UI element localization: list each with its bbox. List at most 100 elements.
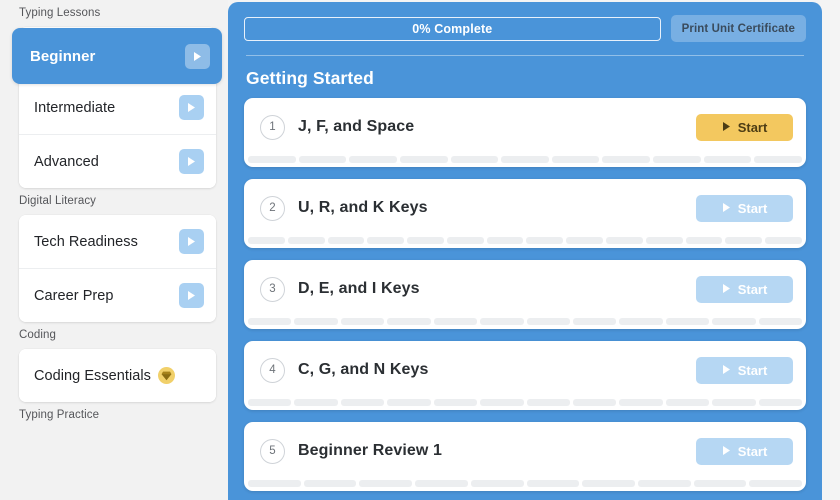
sidebar-item-label: Intermediate [34, 100, 179, 116]
lesson-progress-segments [244, 480, 806, 491]
lesson-progress-segment [340, 318, 385, 325]
play-triangle-icon [722, 444, 731, 459]
sidebar-item-intermediate[interactable]: Intermediate [19, 80, 216, 134]
unit-progress-bar: 0% Complete [244, 16, 661, 41]
lesson-progress-segment [501, 156, 549, 163]
lesson-start-label: Start [737, 200, 768, 216]
lesson-number-badge: 5 [260, 438, 285, 464]
main-panel-inner: 0% Complete Print Unit Certificate Getti… [228, 2, 822, 500]
lesson-progress-segment [387, 399, 431, 406]
lesson-progress-segment [294, 318, 338, 325]
lesson-progress-segment [653, 156, 701, 163]
lesson-progress-segment [303, 480, 357, 487]
lesson-progress-segment [758, 399, 803, 406]
unit-progress-toolbar: 0% Complete Print Unit Certificate [244, 2, 806, 42]
lesson-progress-segment [754, 156, 803, 163]
play-triangle-icon[interactable] [185, 43, 210, 69]
sidebar-item-career-prep[interactable]: Career Prep [19, 268, 216, 322]
lesson-progress-segment [693, 480, 747, 487]
lesson-number-badge: 2 [260, 195, 285, 221]
lesson-progress-segment [758, 318, 803, 325]
lesson-card[interactable]: 2 U, R, and K Keys Start [244, 179, 806, 248]
lesson-title: J, F, and Space [298, 118, 415, 135]
sidebar-item-label: Tech Readiness [34, 234, 179, 250]
sidebar-item-text: Tech Readiness [34, 233, 138, 250]
lesson-card-row: 5 Beginner Review 1 Start [244, 422, 806, 480]
lesson-start-button: Start [696, 437, 793, 465]
lesson-progress-segment [551, 156, 600, 163]
sidebar-section-heading: Typing Practice [19, 409, 100, 421]
sidebar-item-text: Advanced [34, 153, 99, 170]
lesson-card[interactable]: 3 D, E, and I Keys Start [244, 260, 806, 329]
lesson-progress-segment [526, 399, 570, 406]
lesson-progress-segment [645, 237, 683, 244]
lesson-card-row: 4 C, G, and N Keys Start [244, 341, 806, 399]
lesson-start-label: Start [737, 362, 768, 378]
lesson-progress-segments [244, 237, 806, 248]
play-triangle-icon [722, 282, 731, 297]
lesson-progress-segment [685, 237, 723, 244]
lesson-card[interactable]: 1 J, F, and Space Start [244, 98, 806, 167]
lesson-progress-segment [486, 237, 524, 244]
lesson-progress-segment [248, 237, 285, 244]
lesson-start-label: Start [737, 119, 768, 135]
sidebar-item-advanced[interactable]: Advanced [19, 134, 216, 188]
lesson-card[interactable]: 4 C, G, and N Keys Start [244, 341, 806, 410]
play-triangle-icon[interactable] [179, 229, 204, 254]
lesson-card[interactable]: 5 Beginner Review 1 Start [244, 422, 806, 491]
sidebar-item-tech-readiness[interactable]: Tech Readiness [19, 215, 216, 268]
sidebar: Typing Lessons Beginner Intermediate Advanc… [0, 0, 228, 500]
lesson-progress-segment [298, 156, 347, 163]
lesson-progress-segment [712, 318, 756, 325]
lesson-progress-segment [526, 318, 570, 325]
lesson-progress-segment [749, 480, 803, 487]
play-triangle-icon[interactable] [179, 283, 204, 308]
play-triangle-icon [722, 363, 731, 378]
sidebar-item-label: Beginner [30, 47, 96, 65]
section-title: Getting Started [246, 68, 374, 88]
play-triangle-icon[interactable] [179, 95, 204, 120]
lesson-progress-segment [582, 480, 635, 487]
lesson-number-badge: 4 [260, 357, 285, 383]
lesson-progress-segment [725, 237, 763, 244]
main-panel: 0% Complete Print Unit Certificate Getti… [228, 2, 822, 500]
lesson-title: Beginner Review 1 [298, 442, 442, 459]
lesson-progress-segment [480, 399, 524, 406]
lesson-title: C, G, and N Keys [298, 361, 429, 378]
lesson-card-list: 1 J, F, and Space Start 2 U, R, and K Keys St… [244, 98, 806, 491]
lesson-start-button[interactable]: Start [696, 113, 793, 141]
lesson-progress-segment [433, 318, 478, 325]
lesson-progress-segment [349, 156, 397, 163]
lesson-progress-segment [359, 480, 413, 487]
lesson-progress-segment [572, 399, 617, 406]
lesson-card-row: 3 D, E, and I Keys Start [244, 260, 806, 318]
print-unit-certificate-label: Print Unit Certificate [681, 22, 795, 35]
play-triangle-icon[interactable] [179, 149, 204, 174]
lesson-progress-segment [572, 318, 617, 325]
lesson-progress-segment [340, 399, 385, 406]
sidebar-item-coding-essentials[interactable]: Coding Essentials [19, 349, 216, 402]
lesson-progress-segment [399, 156, 448, 163]
lesson-progress-segments [244, 156, 806, 167]
lesson-progress-segment [415, 480, 468, 487]
lesson-start-label: Start [737, 443, 768, 459]
sidebar-section-group: Coding Essentials [19, 349, 216, 402]
lesson-progress-segment [248, 318, 292, 325]
lesson-progress-segment [480, 318, 524, 325]
sidebar-item-beginner[interactable]: Beginner [12, 28, 222, 84]
lesson-progress-segment [526, 480, 580, 487]
lesson-progress-segment [526, 237, 564, 244]
lesson-progress-segment [619, 318, 663, 325]
lesson-card-row: 2 U, R, and K Keys Start [244, 179, 806, 237]
lesson-progress-segment [470, 480, 524, 487]
lesson-progress-segment [665, 318, 710, 325]
print-unit-certificate-button[interactable]: Print Unit Certificate [670, 15, 806, 42]
sidebar-item-label: Career Prep [34, 288, 179, 304]
sidebar-item-text: Career Prep [34, 287, 114, 304]
lesson-title: U, R, and K Keys [298, 199, 428, 216]
lesson-progress-segment [765, 237, 802, 244]
lesson-start-button: Start [696, 194, 793, 222]
sidebar-item-label: Coding Essentials [34, 367, 204, 384]
lesson-number-badge: 3 [260, 276, 285, 302]
lesson-progress-segment [446, 237, 484, 244]
